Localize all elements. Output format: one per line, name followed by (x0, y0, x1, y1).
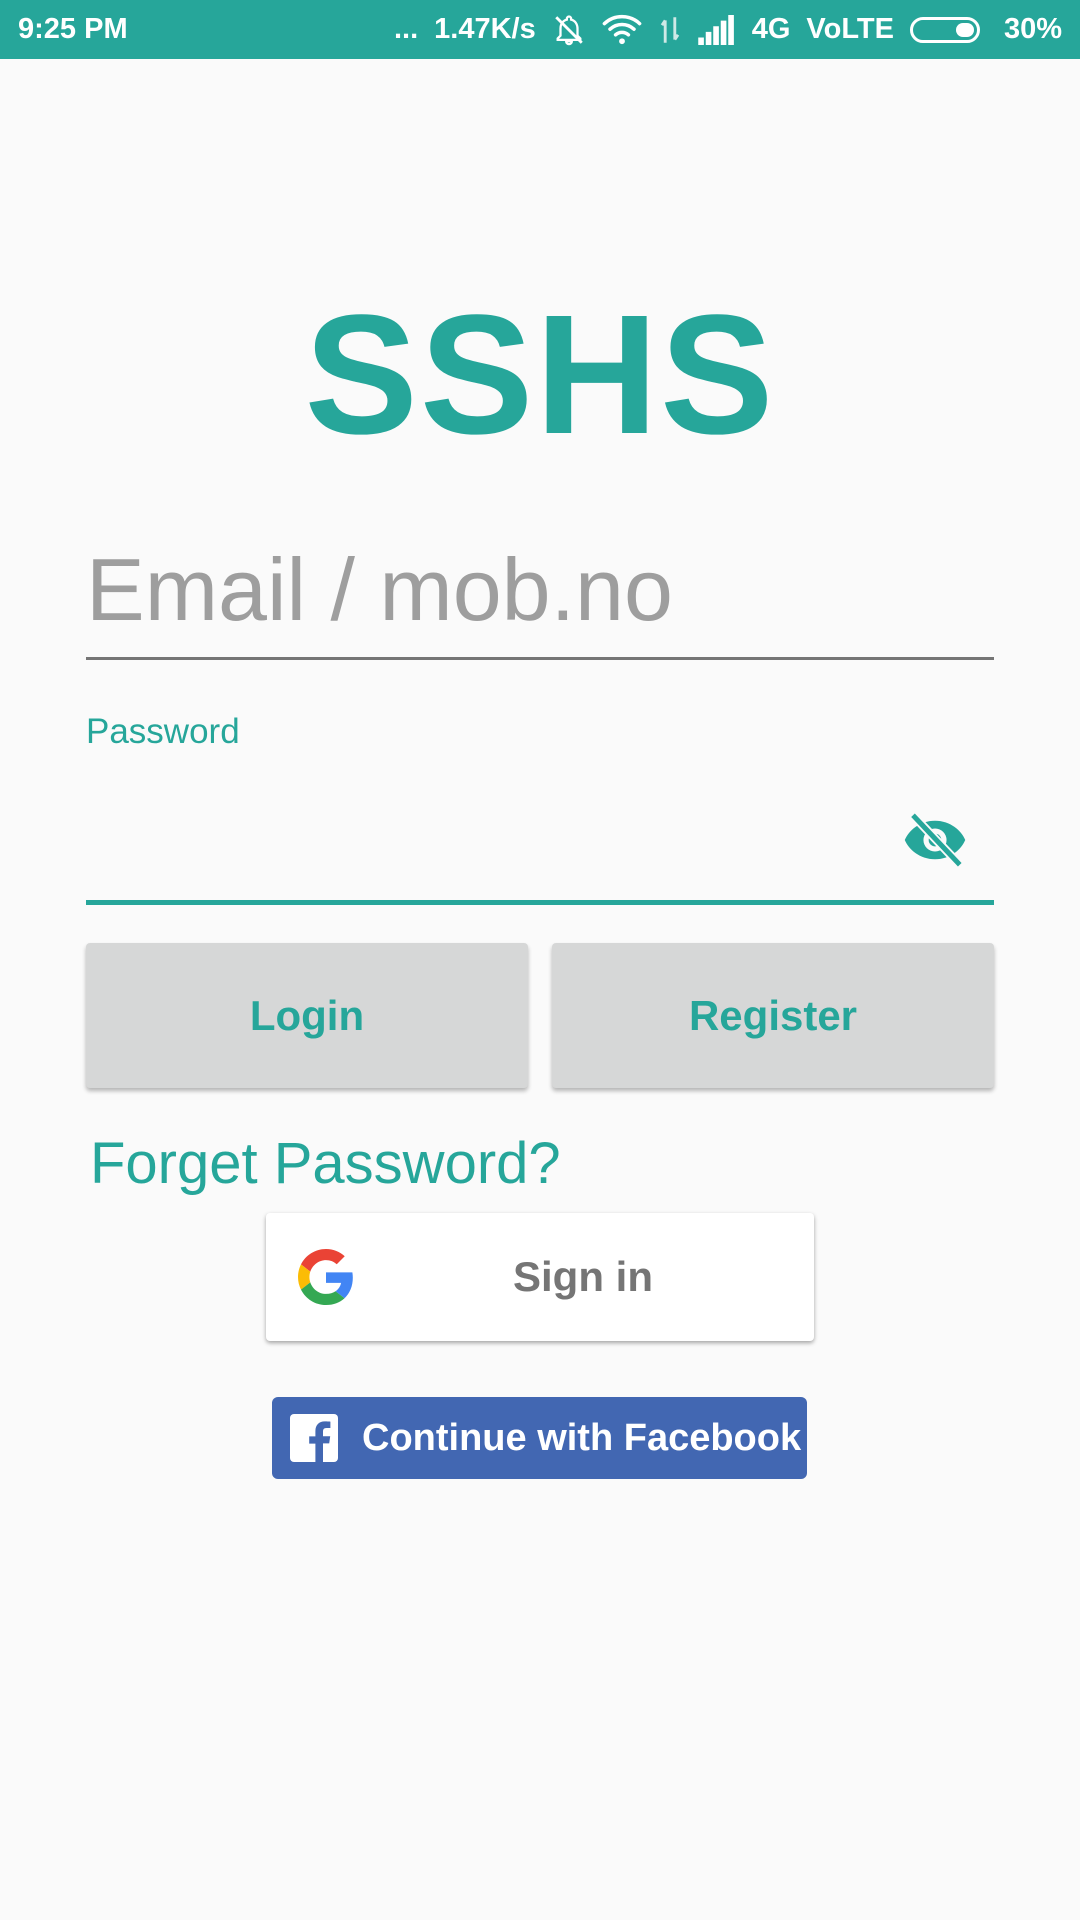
wifi-icon (602, 14, 642, 46)
eye-off-icon[interactable] (900, 805, 970, 875)
volte-label: VoLTE (806, 13, 894, 45)
forget-password-link[interactable]: Forget Password? (90, 1130, 561, 1197)
email-field-container (86, 520, 994, 660)
network-type: 4G (751, 13, 791, 45)
battery-icon (909, 16, 988, 43)
google-sign-in-label: Sign in (513, 1253, 653, 1300)
mute-bell-icon (552, 13, 586, 47)
status-time: 9:25 PM (18, 13, 128, 45)
app-title: SSHS (304, 280, 776, 470)
email-input[interactable] (86, 535, 994, 645)
facebook-f-icon (290, 1414, 338, 1462)
signal-icon (697, 14, 736, 45)
password-field-container (86, 770, 994, 905)
status-bar: 9:25 PM ... 1.47K/s 4G VoLTE 30% (0, 0, 1080, 59)
login-button[interactable]: Login (86, 943, 528, 1088)
password-input[interactable] (86, 800, 906, 890)
network-speed: 1.47K/s (434, 13, 536, 45)
facebook-login-label: Continue with Facebook (362, 1416, 802, 1459)
battery-percent: 30% (1003, 13, 1062, 45)
facebook-login-button[interactable]: Continue with Facebook (272, 1397, 807, 1479)
password-label: Password (86, 712, 240, 751)
more-notifications-icon: ... (393, 13, 419, 45)
data-arrows-icon (658, 14, 682, 46)
google-sign-in-button[interactable]: Sign in (266, 1213, 814, 1341)
register-button[interactable]: Register (552, 943, 994, 1088)
status-indicators: ... 1.47K/s 4G VoLTE 30% (394, 13, 1062, 47)
